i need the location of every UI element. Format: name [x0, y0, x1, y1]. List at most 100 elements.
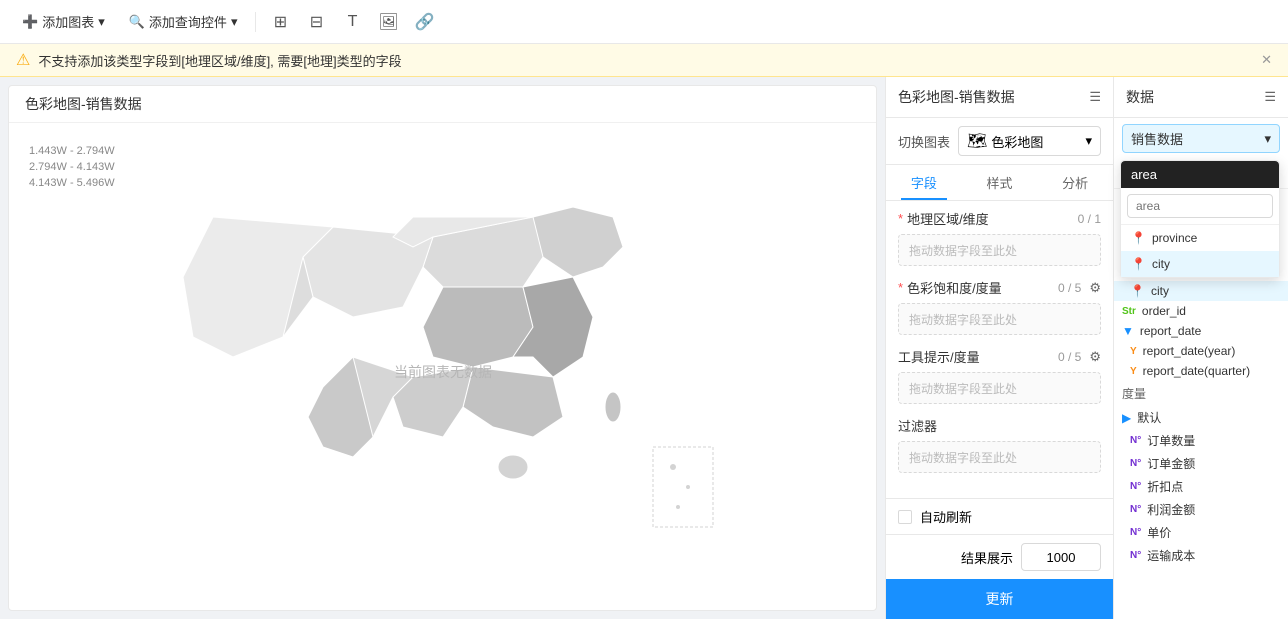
text-icon[interactable]: T: [336, 6, 368, 38]
grid-layout-icon[interactable]: ⊞: [264, 6, 296, 38]
dim-label-order-id: order_id: [1142, 304, 1280, 318]
y-icon-quarter: Y: [1130, 366, 1137, 377]
num-icon-profit: N°: [1130, 504, 1141, 515]
color-section-label: 色彩饱和度/度量: [907, 278, 1002, 297]
geo-section-count: 0 / 1: [1078, 212, 1101, 226]
str-icon-order-id: Str: [1122, 306, 1136, 317]
dim-item-report-date-year[interactable]: Y report_date(year): [1114, 341, 1288, 361]
dropdown-search-input[interactable]: [1127, 194, 1273, 218]
dim-label-quarter: report_date(quarter): [1143, 364, 1280, 378]
legend-item-2: 2.794W - 4.143W: [29, 161, 115, 173]
required-marker-1: *: [898, 211, 903, 226]
dropdown-item-city[interactable]: 📍 city: [1121, 251, 1279, 277]
measure-item-shipping[interactable]: N° 运输成本: [1114, 544, 1288, 567]
chart-type-chevron-icon: ▾: [1085, 133, 1092, 149]
china-map-svg: 当前图表无数据: [153, 157, 733, 577]
dropdown-item-province[interactable]: 📍 province: [1121, 225, 1279, 251]
data-panel: 数据 ☰ 销售数据 ▾ 字段 ⓘ 🔍 ↻ + ≡ 维度 ⊞ area_层级结构: [1113, 77, 1288, 619]
measures-group-default[interactable]: ▶ 默认: [1114, 406, 1288, 429]
measure-label-order-qty: 订单数量: [1147, 432, 1280, 449]
add-chart-label: 添加图表: [42, 12, 94, 31]
warning-close-icon[interactable]: ✕: [1261, 52, 1272, 68]
tab-fields[interactable]: 字段: [886, 165, 962, 200]
chart-type-value: 色彩地图: [991, 132, 1043, 151]
dim-label-city: city: [1151, 284, 1280, 298]
panel-tabs: 字段 样式 分析: [886, 165, 1113, 201]
geo-placeholder: 拖动数据字段至此处: [909, 242, 1017, 259]
tooltip-placeholder: 拖动数据字段至此处: [909, 380, 1017, 397]
field-section-tooltip-header: 工具提示/度量 0 / 5 ⚙: [898, 347, 1101, 366]
measure-label-unit-price: 单价: [1147, 524, 1280, 541]
fields-panel-menu-icon[interactable]: ☰: [1089, 89, 1101, 105]
dropdown-label-city: city: [1152, 257, 1170, 271]
folder-icon-date: ▼: [1122, 324, 1134, 338]
dim-item-order-id[interactable]: Str order_id: [1114, 301, 1288, 321]
fields-panel-header: 色彩地图-销售数据 ☰: [886, 77, 1113, 118]
measure-item-order-amount[interactable]: N° 订单金额: [1114, 452, 1288, 475]
chart-type-selector: 切换图表 🗺 色彩地图 ▾: [886, 118, 1113, 165]
chart-type-icon: 🗺: [967, 131, 987, 151]
tab-analysis[interactable]: 分析: [1037, 165, 1113, 200]
num-icon-shipping: N°: [1130, 550, 1141, 561]
measures-group-icon: ▶: [1122, 411, 1131, 425]
filter-drop-zone[interactable]: 拖动数据字段至此处: [898, 441, 1101, 473]
field-section-filter: 过滤器 拖动数据字段至此处: [898, 416, 1101, 473]
field-section-filter-header: 过滤器: [898, 416, 1101, 435]
result-input[interactable]: [1021, 543, 1101, 571]
tooltip-drop-zone[interactable]: 拖动数据字段至此处: [898, 372, 1101, 404]
color-drop-zone[interactable]: 拖动数据字段至此处: [898, 303, 1101, 335]
chart-type-label: 切换图表: [898, 132, 950, 151]
geo-section-label: 地理区域/维度: [907, 209, 989, 228]
fields-content: * 地理区域/维度 0 / 1 拖动数据字段至此处 * 色彩饱和度/度量 0 /…: [886, 201, 1113, 498]
image-icon[interactable]: 🖼: [372, 6, 404, 38]
dim-item-city[interactable]: 📍 city: [1114, 281, 1288, 301]
measures-group-label: 默认: [1137, 409, 1280, 426]
dropdown-header: area: [1121, 161, 1279, 188]
link-icon[interactable]: 🔗: [408, 6, 440, 38]
num-icon-unit-price: N°: [1130, 527, 1141, 538]
fields-panel: 色彩地图-销售数据 ☰ 切换图表 🗺 色彩地图 ▾ 字段 样式 分析 * 地理区…: [885, 77, 1113, 619]
main-layout: 色彩地图-销售数据 1.443W - 2.794W 2.794W - 4.143…: [0, 77, 1288, 619]
map-legend: 1.443W - 2.794W 2.794W - 4.143W 4.143W -…: [29, 143, 115, 191]
field-section-geo-header: * 地理区域/维度 0 / 1: [898, 209, 1101, 228]
filter-section-label: 过滤器: [898, 416, 937, 435]
layout-icon[interactable]: ⊟: [300, 6, 332, 38]
measure-item-discount[interactable]: N° 折扣点: [1114, 475, 1288, 498]
data-source-label: 销售数据: [1131, 129, 1183, 148]
measure-item-profit[interactable]: N° 利润金额: [1114, 498, 1288, 521]
data-source-chevron-icon: ▾: [1264, 131, 1271, 147]
data-panel-menu-icon[interactable]: ☰: [1264, 89, 1276, 105]
num-icon-order-qty: N°: [1130, 435, 1141, 446]
chart-type-select[interactable]: 🗺 色彩地图 ▾: [958, 126, 1101, 156]
data-source-selector[interactable]: 销售数据 ▾: [1122, 124, 1280, 153]
tooltip-section-settings-icon[interactable]: ⚙: [1089, 349, 1101, 365]
dropdown-label-province: province: [1152, 231, 1197, 245]
warning-icon: ⚠: [16, 50, 30, 70]
dropdown-popup: area 📍 province 📍 city: [1120, 160, 1280, 278]
num-icon-discount: N°: [1130, 481, 1141, 492]
add-query-button[interactable]: 🔍 添加查询控件 ▾: [119, 8, 248, 35]
update-button[interactable]: 更新: [886, 579, 1113, 619]
geo-drop-zone[interactable]: 拖动数据字段至此处: [898, 234, 1101, 266]
tab-style[interactable]: 样式: [962, 165, 1038, 200]
field-section-color: * 色彩饱和度/度量 0 / 5 ⚙ 拖动数据字段至此处: [898, 278, 1101, 335]
measure-item-unit-price[interactable]: N° 单价: [1114, 521, 1288, 544]
dim-label-year: report_date(year): [1143, 344, 1280, 358]
dim-item-report-date[interactable]: ▼ report_date: [1114, 321, 1288, 341]
dim-item-report-date-quarter[interactable]: Y report_date(quarter): [1114, 361, 1288, 381]
result-section: 结果展示: [886, 534, 1113, 579]
toolbar: ➕ 添加图表 ▾ 🔍 添加查询控件 ▾ ⊞ ⊟ T 🖼 🔗: [0, 0, 1288, 44]
field-section-tooltip: 工具提示/度量 0 / 5 ⚙ 拖动数据字段至此处: [898, 347, 1101, 404]
measure-label-discount: 折扣点: [1147, 478, 1280, 495]
required-marker-2: *: [898, 280, 903, 295]
add-chart-button[interactable]: ➕ 添加图表 ▾: [12, 8, 115, 35]
measure-item-order-qty[interactable]: N° 订单数量: [1114, 429, 1288, 452]
svg-text:当前图表无数据: 当前图表无数据: [394, 364, 492, 380]
legend-item-1: 1.443W - 2.794W: [29, 145, 115, 157]
color-section-settings-icon[interactable]: ⚙: [1089, 280, 1101, 296]
auto-refresh-section: 自动刷新: [886, 498, 1113, 534]
chart-content: 1.443W - 2.794W 2.794W - 4.143W 4.143W -…: [9, 123, 876, 610]
chart-area: 色彩地图-销售数据 1.443W - 2.794W 2.794W - 4.143…: [8, 85, 877, 611]
data-panel-header: 数据 ☰: [1114, 77, 1288, 118]
auto-refresh-checkbox[interactable]: [898, 510, 912, 524]
